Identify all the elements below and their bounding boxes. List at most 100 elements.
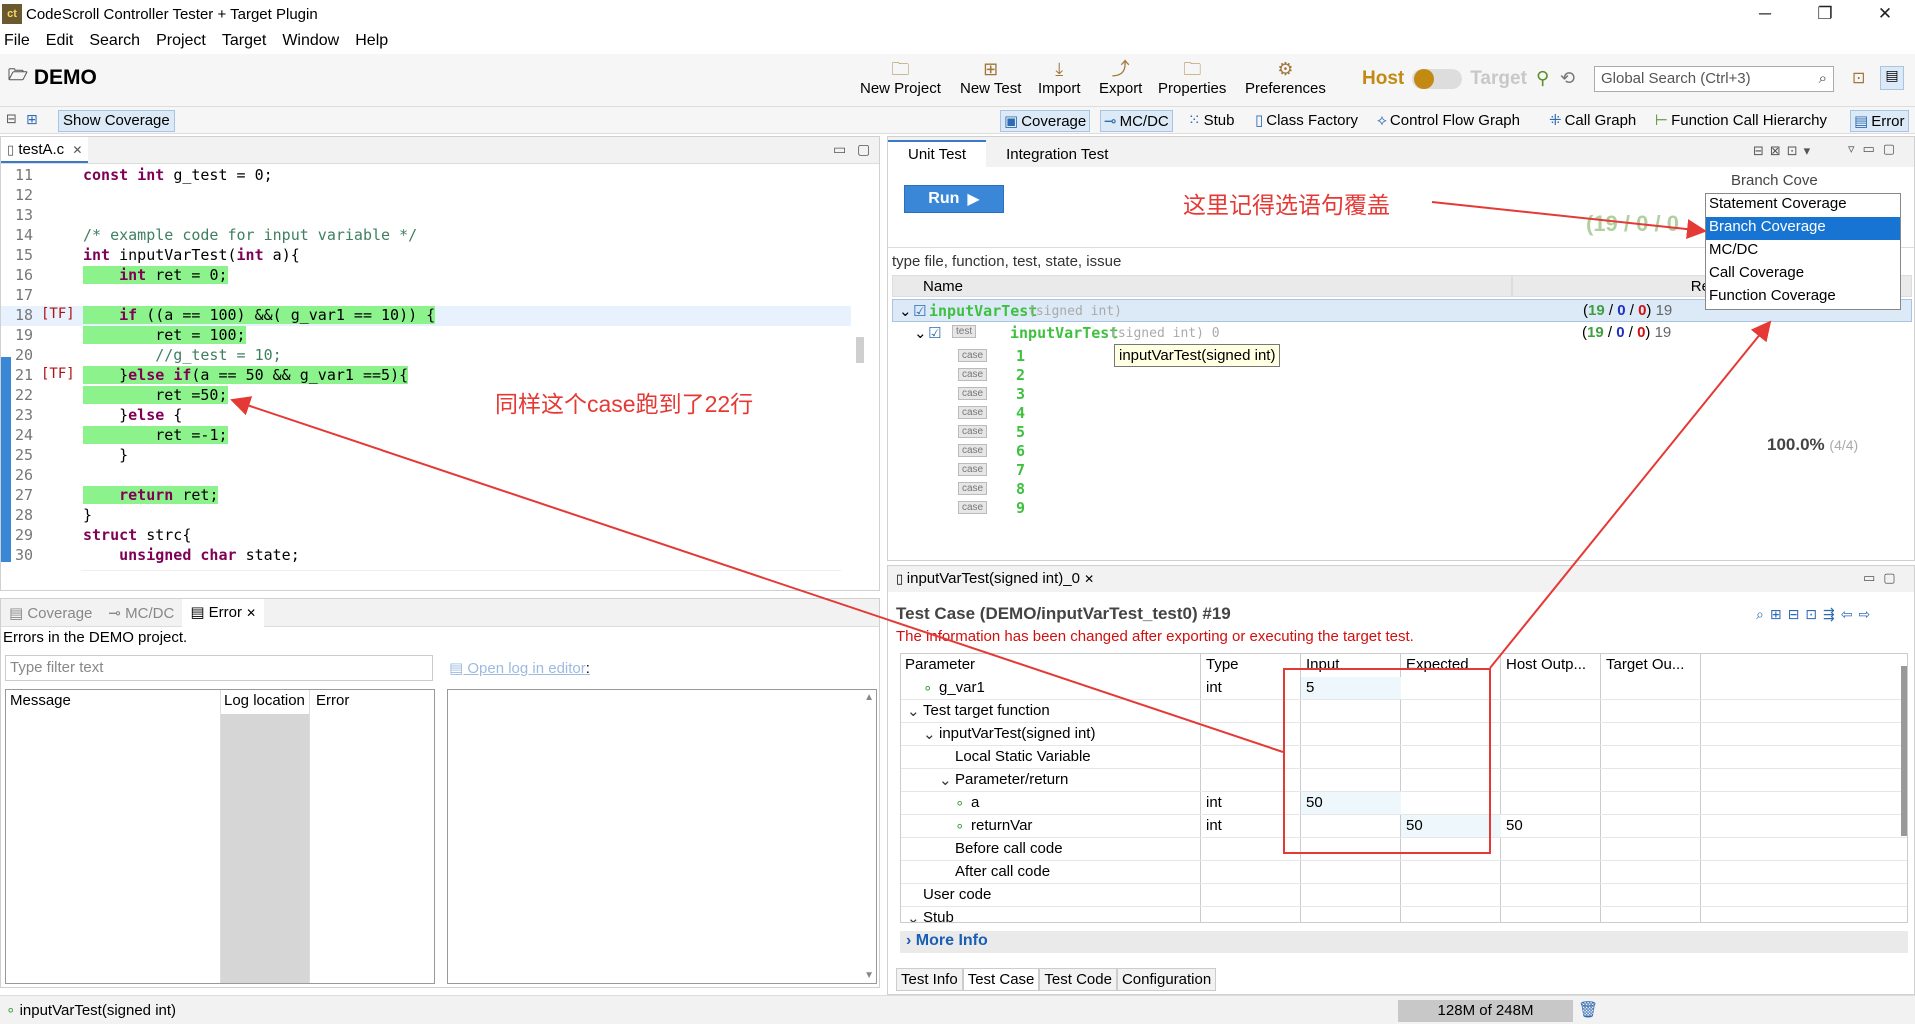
menu-search[interactable]: Search <box>89 32 140 50</box>
tab-integration-test[interactable]: Integration Test <box>986 142 1128 167</box>
code-line[interactable]: 24 ret =-1; <box>1 426 851 446</box>
code-line[interactable]: 17 <box>1 286 851 306</box>
chevron-down-icon[interactable]: ⌄ <box>899 302 912 320</box>
menu-project[interactable]: Project <box>156 32 206 50</box>
unit-view-actions[interactable]: ⊟⊠⊡▾ <box>1753 143 1816 159</box>
menu-file[interactable]: File <box>4 32 30 50</box>
menu-window[interactable]: Window <box>282 32 339 50</box>
vertical-scrollbar[interactable] <box>856 337 864 363</box>
coverage-option[interactable]: Call Coverage <box>1706 263 1900 286</box>
scroll-up-icon[interactable]: ▲ <box>864 692 874 703</box>
tab-mcdc-bottom[interactable]: ⊸ MC/DC <box>100 604 182 622</box>
code-line[interactable]: 26 <box>1 466 851 486</box>
col-parameter[interactable]: Parameter <box>905 656 975 673</box>
col-target-output[interactable]: Target Ou... <box>1606 656 1684 673</box>
tab-mcdc[interactable]: ⊸ MC/DC <box>1100 110 1173 132</box>
code-line[interactable]: 12 <box>1 186 851 206</box>
close-icon[interactable]: ✕ <box>72 143 82 157</box>
open-perspective-icon[interactable]: ⊡ <box>1852 68 1865 88</box>
coverage-option[interactable]: Statement Coverage <box>1706 194 1900 217</box>
trash-icon[interactable]: 🗑 <box>1578 1000 1598 1020</box>
tab-test-info[interactable]: Test Info <box>896 968 963 991</box>
code-line[interactable]: 27 return ret; <box>1 486 851 506</box>
code-line[interactable]: 21 [TF] }else if(a == 50 && g_var1 ==5){ <box>1 366 851 386</box>
test-filter-input[interactable]: type file, function, test, state, issue <box>892 253 1121 270</box>
col-type[interactable]: Type <box>1206 656 1239 673</box>
preferences-button[interactable]: ⚙ Preferences <box>1245 58 1326 97</box>
chevron-down-icon[interactable]: ⌄ <box>907 702 920 720</box>
tab-function-call-hierarchy[interactable]: ⊢ Function Call Hierarchy <box>1652 110 1830 132</box>
sync-icon[interactable]: ⟲ <box>1560 68 1575 89</box>
new-test-button[interactable]: ⊞ New Test <box>960 58 1021 97</box>
more-info-section[interactable]: › More Info <box>900 931 1908 953</box>
code-line[interactable]: 20 //g_test = 10; <box>1 346 851 366</box>
menu-help[interactable]: Help <box>355 32 388 50</box>
host-target-toggle[interactable] <box>1412 69 1463 89</box>
parameter-row[interactable]: After call code <box>901 861 1907 884</box>
parameter-row[interactable]: ⌄ Stub <box>901 907 1907 922</box>
code-line[interactable]: 15 int inputVarTest(int a){ <box>1 246 851 266</box>
param-scrollbar[interactable] <box>1901 666 1907 836</box>
coverage-option[interactable]: MC/DC <box>1706 240 1900 263</box>
minimize-view-icon[interactable]: ▭ <box>833 141 846 158</box>
coverage-option[interactable]: Branch Coverage <box>1706 217 1900 240</box>
horizontal-scrollbar[interactable] <box>81 570 841 586</box>
test-case-actions[interactable]: ⌕⊞⊟⊡⇶⇦⇨ <box>1756 606 1876 623</box>
code-line[interactable]: 25 } <box>1 446 851 466</box>
tab-coverage-bottom[interactable]: ▤ Coverage <box>1 604 100 622</box>
col-log-location[interactable]: Log location <box>224 692 305 709</box>
properties-button[interactable]: 🗀 Properties <box>1158 58 1226 97</box>
tab-call-graph[interactable]: ⁜ Call Graph <box>1546 110 1639 132</box>
chevron-down-icon[interactable]: ⌄ <box>923 725 936 743</box>
close-button[interactable]: ✕ <box>1855 0 1915 28</box>
code-line[interactable]: 18 [TF] if ((a == 100) &&( g_var1 == 10))… <box>1 306 851 326</box>
col-host-output[interactable]: Host Outp... <box>1506 656 1586 673</box>
parameter-row[interactable]: User code <box>901 884 1907 907</box>
code-line[interactable]: 11 const int g_test = 0; <box>1 166 851 186</box>
code-line[interactable]: 14 /* example code for input variable */ <box>1 226 851 246</box>
minimize-button[interactable]: ─ <box>1735 0 1795 28</box>
tab-test-case[interactable]: Test Case <box>962 968 1040 991</box>
run-button[interactable]: Run ▶ <box>904 185 1004 213</box>
perspective-icon[interactable]: ▤ <box>1880 66 1904 90</box>
col-name[interactable]: Name <box>892 275 1512 297</box>
test-case-tab[interactable]: ▯ inputVarTest(signed int)_0 ✕ <box>888 566 1914 592</box>
code-line[interactable]: 30 unsigned char state; <box>1 546 851 566</box>
checkbox-icon[interactable]: ☑ <box>913 302 926 320</box>
import-button[interactable]: ⤓ Import <box>1038 58 1081 97</box>
code-line[interactable]: 16 int ret = 0; <box>1 266 851 286</box>
code-line[interactable]: 13 <box>1 206 851 226</box>
code-line[interactable]: 28} <box>1 506 851 526</box>
close-icon[interactable]: ✕ <box>1084 572 1094 586</box>
editor-tab[interactable]: ▯ testA.c ✕ <box>1 137 89 163</box>
tree-row-case[interactable]: case 9 <box>892 497 1912 520</box>
tab-coverage[interactable]: ▣ Coverage <box>1000 110 1091 132</box>
unit-view-window-controls[interactable]: ▿▭▢ <box>1848 141 1903 157</box>
tab-unit-test[interactable]: Unit Test <box>888 140 987 167</box>
col-message[interactable]: Message <box>10 692 71 709</box>
close-icon[interactable]: ✕ <box>246 606 256 620</box>
maximize-view-icon[interactable]: ▢ <box>857 141 870 158</box>
chevron-down-icon[interactable]: ⌄ <box>914 324 927 342</box>
code-line[interactable]: 29 struct strc{ <box>1 526 851 546</box>
coverage-option[interactable]: Function Coverage <box>1706 286 1900 309</box>
menu-target[interactable]: Target <box>222 32 266 50</box>
scroll-down-icon[interactable]: ▼ <box>864 970 874 981</box>
menu-edit[interactable]: Edit <box>46 32 74 50</box>
tab-test-code[interactable]: Test Code <box>1039 968 1117 991</box>
coverage-type-select[interactable]: Branch Cove <box>1705 172 1901 194</box>
chevron-down-icon[interactable]: ⌄ <box>907 909 920 922</box>
tab-error-bottom[interactable]: ▤ Error ✕ <box>182 598 265 627</box>
global-search-input[interactable]: Global Search (Ctrl+3) ⌕ <box>1594 66 1834 92</box>
hierarchy-icon[interactable]: ⊞ <box>26 111 38 128</box>
tab-class-factory[interactable]: ▯ Class Factory <box>1252 110 1361 132</box>
tab-error[interactable]: ▤ Error <box>1850 110 1909 132</box>
checkbox-icon[interactable]: ☑ <box>928 324 941 342</box>
case-view-window-controls[interactable]: ▭▢ <box>1863 570 1904 586</box>
export-button[interactable]: ⤴ Export <box>1099 58 1142 97</box>
tab-stub[interactable]: ⁙ Stub <box>1185 110 1237 132</box>
collapse-icon[interactable]: ⊟ <box>6 111 17 127</box>
code-lines[interactable]: 11 const int g_test = 0; 12 13 14 /* example … <box>1 166 851 566</box>
col-error[interactable]: Error <box>316 692 349 709</box>
tree-row-test[interactable]: ⌄ ☑ test inputVarTest (signed int) 0 (19… <box>892 322 1912 345</box>
